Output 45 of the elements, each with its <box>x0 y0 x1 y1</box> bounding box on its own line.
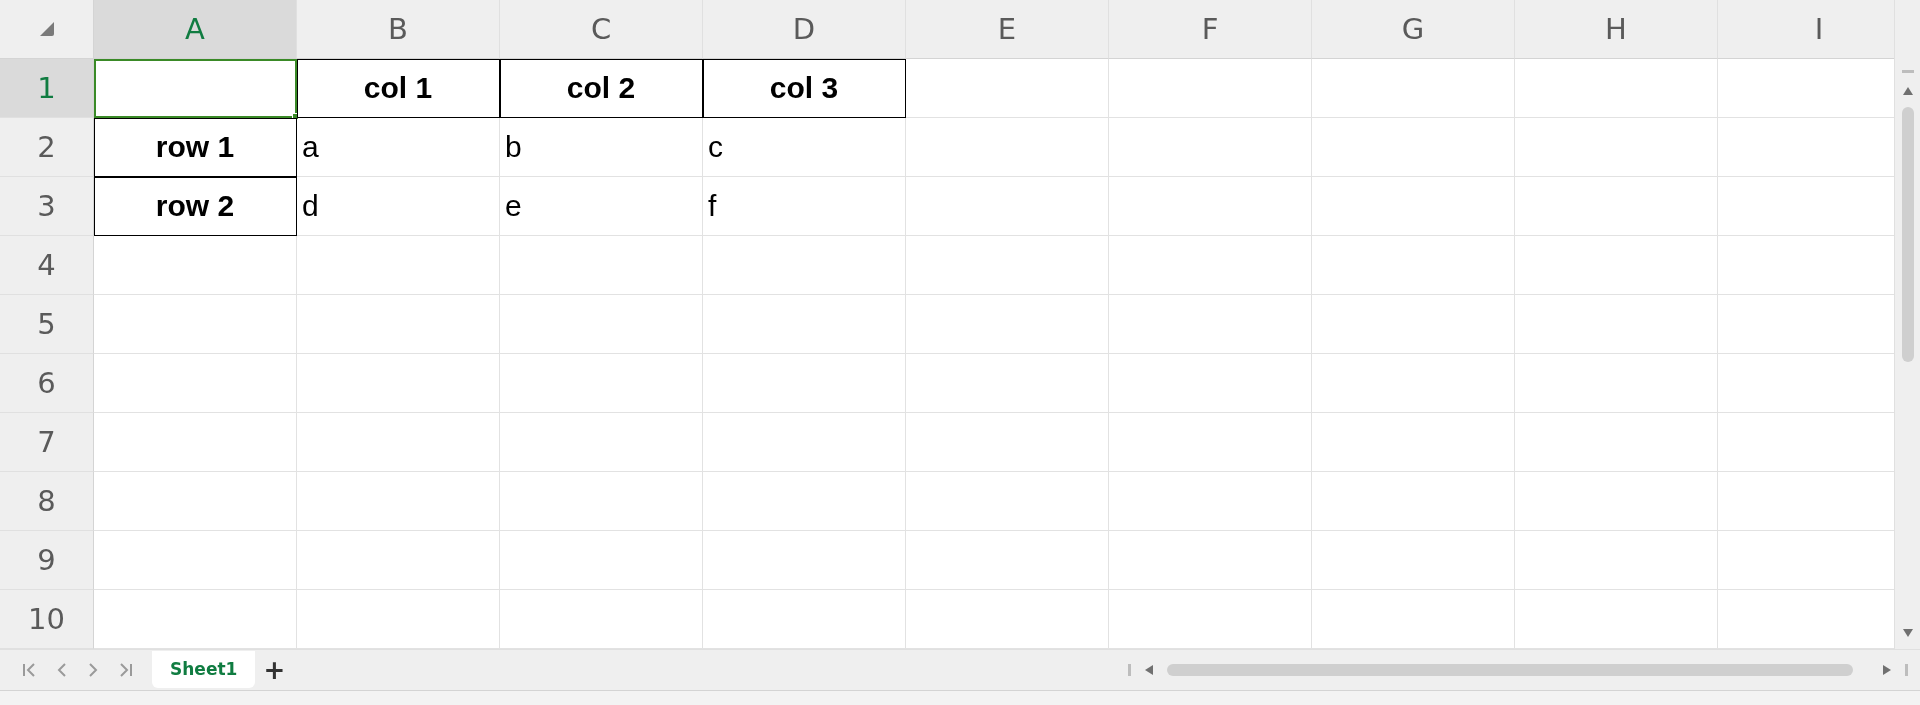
scroll-right-icon[interactable] <box>1883 665 1891 675</box>
table-cell[interactable]: f <box>703 177 906 236</box>
table-cell[interactable]: col 2 <box>500 59 703 118</box>
scroll-down-icon[interactable] <box>1902 629 1913 637</box>
table-cell[interactable]: d <box>297 177 500 236</box>
next-sheet-icon[interactable] <box>87 662 99 678</box>
scrollbar-thumb[interactable] <box>1901 107 1914 362</box>
last-sheet-icon[interactable] <box>118 662 134 678</box>
row-header[interactable]: 10 <box>0 590 94 649</box>
fill-handle[interactable] <box>292 113 299 120</box>
column-header[interactable]: A <box>94 0 297 59</box>
row-header[interactable]: 5 <box>0 295 94 354</box>
table-cell[interactable]: row 2 <box>94 177 297 236</box>
column-header[interactable]: I <box>1718 0 1894 59</box>
row-header[interactable]: 3 <box>0 177 94 236</box>
row-header[interactable]: 7 <box>0 413 94 472</box>
table-cell[interactable]: e <box>500 177 703 236</box>
column-header[interactable]: H <box>1515 0 1718 59</box>
row-header[interactable]: 8 <box>0 472 94 531</box>
add-sheet-button[interactable]: + <box>255 655 294 685</box>
column-header[interactable]: F <box>1109 0 1312 59</box>
table-cell[interactable]: a <box>297 118 500 177</box>
table-cell[interactable]: row 1 <box>94 118 297 177</box>
table-cell[interactable]: col 3 <box>703 59 906 118</box>
column-header[interactable]: C <box>500 0 703 59</box>
row-header[interactable]: 1 <box>0 59 94 118</box>
column-header[interactable]: B <box>297 0 500 59</box>
first-sheet-icon[interactable] <box>21 662 37 678</box>
scroll-up-icon[interactable] <box>1902 87 1913 95</box>
previous-sheet-icon[interactable] <box>56 662 68 678</box>
scroll-left-icon[interactable] <box>1145 665 1153 675</box>
row-header[interactable]: 9 <box>0 531 94 590</box>
select-all-icon[interactable] <box>38 21 55 37</box>
table-cell[interactable]: b <box>500 118 703 177</box>
sheet-tab[interactable]: Sheet1 <box>152 650 256 688</box>
row-header[interactable]: 2 <box>0 118 94 177</box>
selected-cell[interactable] <box>94 59 297 118</box>
scrollbar-thumb[interactable] <box>1167 664 1853 676</box>
row-header[interactable]: 4 <box>0 236 94 295</box>
column-header[interactable]: G <box>1312 0 1515 59</box>
row-header[interactable]: 6 <box>0 354 94 413</box>
table-cell[interactable]: c <box>703 118 906 177</box>
column-header[interactable]: D <box>703 0 906 59</box>
table-cell[interactable]: col 1 <box>297 59 500 118</box>
column-header[interactable]: E <box>906 0 1109 59</box>
